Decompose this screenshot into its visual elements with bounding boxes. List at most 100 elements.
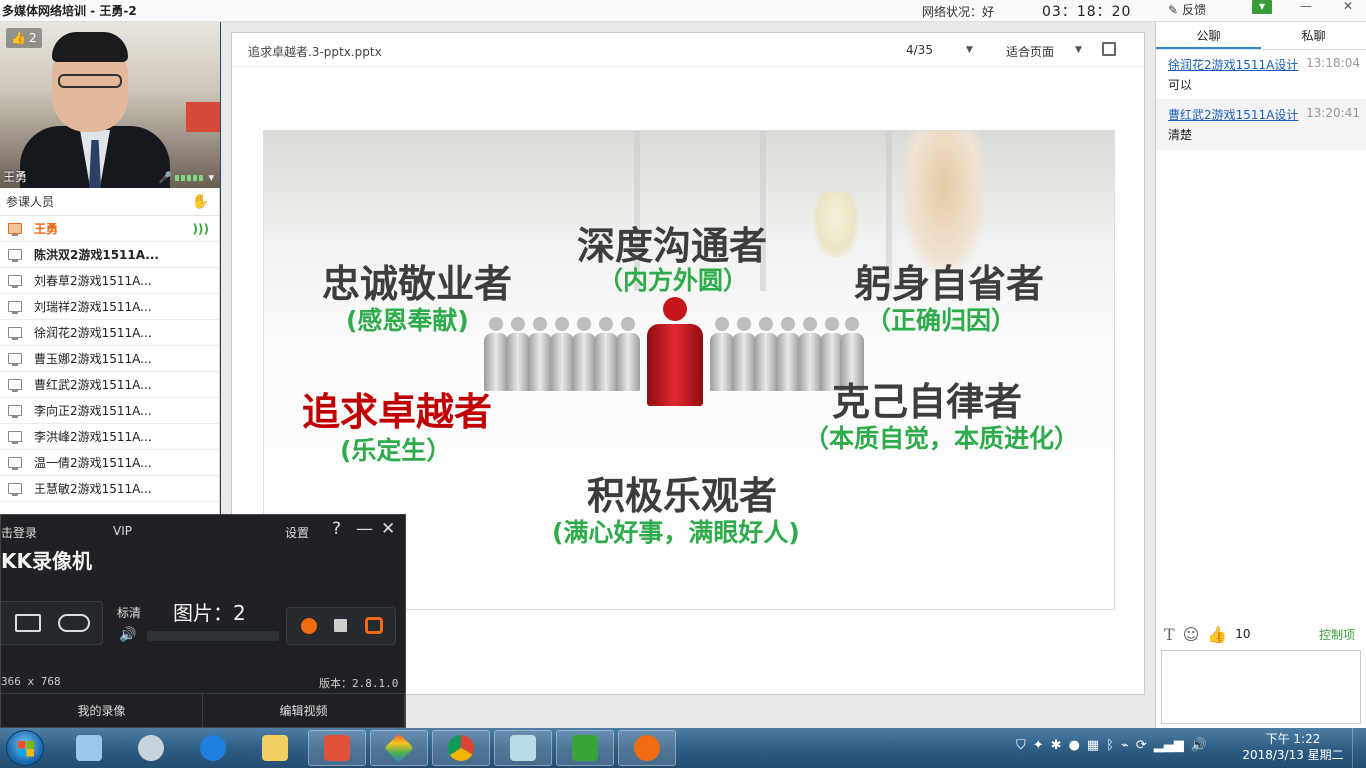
member-row[interactable]: 曹红武2游戏1511A...: [0, 372, 219, 398]
star-icon[interactable]: ✱: [1051, 738, 1062, 753]
taskbar-app-webcam[interactable]: [122, 730, 180, 766]
member-row[interactable]: 徐润花2游戏1511A...: [0, 320, 219, 346]
network-label: 网络状况：: [922, 5, 983, 19]
game-record-icon[interactable]: [58, 614, 90, 632]
signal-icon[interactable]: ▂▄▆: [1154, 738, 1184, 753]
webcam-icon: [138, 735, 164, 761]
tab-private-chat[interactable]: 私聊: [1261, 22, 1366, 49]
start-button[interactable]: [6, 730, 44, 766]
system-tray: ⛉ ✦ ✱ ● ▦ ᛒ ⌁ ⟳ ▂▄▆ 🔊: [1016, 738, 1207, 753]
close-button[interactable]: ✕: [1338, 0, 1358, 14]
member-name: 王慧敏2游戏1511A...: [34, 482, 152, 496]
sync-icon[interactable]: ⟳: [1136, 738, 1147, 753]
slide-background-toy: [814, 191, 858, 257]
volume-icon[interactable]: 🔊: [1191, 738, 1207, 753]
recorder-brand: KK录像机: [1, 549, 92, 573]
emoji-icon[interactable]: ☺: [1183, 625, 1200, 644]
title-bar: 多媒体网络培训 - 王勇-2 网络状况：好 03：18：20 ✎ 反馈 ▾ — …: [0, 0, 1366, 22]
taskbar-app-control-panel[interactable]: [60, 730, 118, 766]
crowd-figure: [550, 317, 574, 393]
fullscreen-icon[interactable]: [1102, 42, 1116, 56]
edit-video-button[interactable]: 编辑视频: [203, 694, 405, 727]
record-button[interactable]: [301, 618, 317, 634]
member-row[interactable]: 李向正2游戏1511A...: [0, 398, 219, 424]
video-person-glasses: [58, 74, 122, 88]
screenshot-button[interactable]: [365, 617, 383, 634]
recorder-close-button[interactable]: ✕: [381, 519, 395, 539]
zoom-dropdown-icon[interactable]: ▼: [1075, 45, 1082, 55]
recorder-help-button[interactable]: ?: [332, 519, 341, 539]
recorder-settings-button[interactable]: 设置: [285, 524, 309, 541]
monitor-icon: [8, 275, 22, 288]
members-title: 参课人员: [6, 195, 55, 209]
taskbar-clock[interactable]: 下午 1:22 2018/3/13 星期二: [1238, 731, 1348, 763]
member-row[interactable]: 刘瑞祥2游戏1511A...: [0, 294, 219, 320]
red-leader-figure: [647, 297, 703, 407]
tab-public-chat[interactable]: 公聊: [1156, 22, 1261, 49]
member-row[interactable]: 温一倩2游戏1511A...: [0, 450, 219, 476]
volume-icon[interactable]: 🔊: [119, 627, 136, 643]
session-timer: 03：18：20: [1042, 4, 1132, 20]
monitor-icon: [8, 483, 22, 496]
stop-button[interactable]: [334, 619, 347, 632]
taskbar-app-kk-recorder[interactable]: [618, 730, 676, 766]
crowd-figure: [528, 317, 552, 393]
recorder-quality-select[interactable]: 标清: [117, 604, 141, 621]
taskbar-app-notepad[interactable]: [494, 730, 552, 766]
member-row-host[interactable]: 王勇 ))): [0, 216, 219, 242]
control-options-link[interactable]: 控制项: [1319, 626, 1355, 643]
member-row[interactable]: 刘春草2游戏1511A...: [0, 268, 219, 294]
shield-icon[interactable]: ⛉: [1016, 738, 1026, 753]
taskbar: ⛉ ✦ ✱ ● ▦ ᛒ ⌁ ⟳ ▂▄▆ 🔊 下午 1:22 2018/3/13 …: [0, 728, 1366, 768]
zoom-mode-select[interactable]: 适合页面: [1006, 43, 1054, 60]
recorder-minimize-button[interactable]: —: [356, 519, 373, 539]
html-icon: [324, 735, 350, 761]
mic-icon: 🎤: [158, 171, 173, 184]
show-desktop-button[interactable]: [1352, 728, 1366, 768]
member-row[interactable]: 王慧敏2游戏1511A...: [0, 476, 219, 502]
taskbar-app-training[interactable]: [556, 730, 614, 766]
network-adapter-icon[interactable]: ▦: [1087, 738, 1099, 753]
chat-sender-link[interactable]: 曹红武2游戏1511A设计: [1168, 106, 1298, 123]
minimize-button[interactable]: —: [1296, 0, 1316, 14]
member-row[interactable]: 陈洪双2游戏1511A...: [0, 242, 219, 268]
recorder-tray-icon[interactable]: ●: [1069, 738, 1080, 753]
volume-slider[interactable]: [147, 631, 279, 641]
window-title: 多媒体网络培训 - 王勇-2: [2, 4, 137, 18]
hand-raise-icon[interactable]: ✋: [192, 194, 209, 210]
taskbar-app-explorer[interactable]: [246, 730, 304, 766]
my-recordings-button[interactable]: 我的录像: [1, 694, 203, 727]
taskbar-app-chrome[interactable]: [432, 730, 490, 766]
crowd-illustration: [484, 297, 864, 407]
chat-sender-link[interactable]: 徐润花2游戏1511A设计: [1168, 56, 1298, 73]
taskbar-app-git[interactable]: [370, 730, 428, 766]
member-name: 温一倩2游戏1511A...: [34, 456, 152, 470]
training-app-icon: [572, 735, 598, 761]
feedback-button[interactable]: ✎ 反馈: [1168, 1, 1206, 18]
screen-record-icon[interactable]: [15, 614, 41, 632]
recorder-mode-switch: [1, 601, 103, 645]
tray-app-icon[interactable]: ✦: [1033, 738, 1044, 753]
page-indicator[interactable]: 4/35: [906, 43, 933, 57]
recorder-controls: [286, 607, 396, 645]
video-like-button[interactable]: 👍 2: [6, 28, 42, 48]
text-format-icon[interactable]: T: [1164, 625, 1175, 644]
taskbar-app-sogou[interactable]: [184, 730, 242, 766]
slide-heading-highlight: 追求卓越者: [302, 390, 493, 434]
mic-status: 🎤 ▾: [159, 171, 214, 184]
chevron-down-icon[interactable]: ▾: [208, 171, 214, 184]
network-value: 好: [982, 5, 995, 19]
green-menu-button[interactable]: ▾: [1252, 0, 1272, 14]
video-like-count: 2: [28, 31, 37, 45]
bluetooth-icon[interactable]: ᛒ: [1106, 738, 1114, 753]
recorder-vip-link[interactable]: VIP: [113, 524, 132, 538]
slide-heading: 克己自律者: [832, 380, 1023, 424]
taskbar-app-hbuilder[interactable]: [308, 730, 366, 766]
member-row[interactable]: 李洪峰2游戏1511A...: [0, 424, 219, 450]
member-row[interactable]: 曹玉娜2游戏1511A...: [0, 346, 219, 372]
usb-icon[interactable]: ⌁: [1121, 738, 1129, 753]
chat-input[interactable]: [1161, 650, 1361, 724]
page-dropdown-icon[interactable]: ▼: [966, 45, 973, 55]
recorder-login-link[interactable]: 击登录: [1, 524, 37, 541]
thumbs-up-icon[interactable]: 👍: [1207, 625, 1227, 644]
